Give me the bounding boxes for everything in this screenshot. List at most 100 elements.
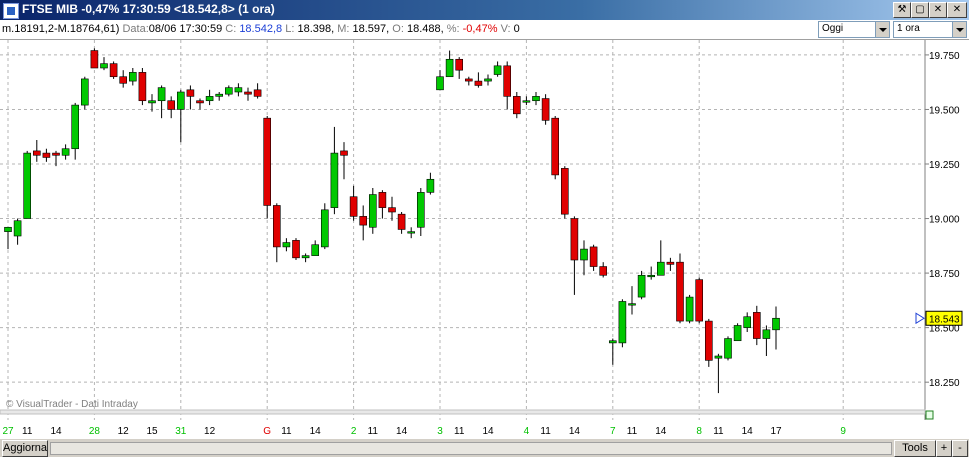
x-tick-label: 14 <box>655 426 667 437</box>
close-chart-button[interactable]: ✕ <box>929 2 947 18</box>
high-label: M: <box>337 23 350 35</box>
date-label: Data: <box>122 23 149 35</box>
x-tick-label: 11 <box>368 426 379 437</box>
high-value: 18.597, <box>352 23 390 35</box>
period-select-value: Oggi <box>822 23 844 34</box>
candlestick-chart[interactable]: 19.75019.50019.25019.00018.75018.50018.2… <box>0 40 969 438</box>
candle-body <box>436 76 444 91</box>
candle-body <box>272 205 281 248</box>
candle-body <box>244 91 252 95</box>
zoom-in-button[interactable]: + <box>936 440 952 457</box>
low-value: 18.398, <box>297 23 335 35</box>
x-tick-label: 8 <box>696 426 702 437</box>
y-tick-label: 18.750 <box>929 269 960 280</box>
window-title: FTSE MIB -0,47% 17:30:59 <18.542,8> (1 o… <box>22 2 275 16</box>
y-tick-label: 19.750 <box>929 51 960 62</box>
chevron-down-icon[interactable] <box>875 22 889 37</box>
candle-body <box>225 87 233 95</box>
x-tick-label: 15 <box>146 426 158 437</box>
candle-body <box>541 98 550 121</box>
ohlc-info-bar: m.18191,2-M.18764,61) Data:08/06 17:30:5… <box>0 20 969 40</box>
x-tick-label: G <box>263 426 271 437</box>
pct-value: -0,47% <box>462 23 498 35</box>
zoom-out-button[interactable]: - <box>952 440 968 457</box>
refresh-button[interactable]: Aggiorna <box>2 440 48 457</box>
x-tick-label: 14 <box>50 426 62 437</box>
y-tick-label: 19.000 <box>929 215 960 226</box>
candle-body <box>733 325 742 342</box>
candle-body <box>186 89 195 97</box>
candle-body <box>618 301 627 344</box>
candle-body <box>503 65 512 97</box>
candle-body <box>656 261 665 276</box>
watermark: © VisualTrader - Dati Intraday <box>6 399 138 410</box>
volume-strip <box>0 409 926 415</box>
candle-body <box>90 50 99 69</box>
bottom-toolbar: Aggiorna Tools + - <box>0 438 969 457</box>
candle-body <box>234 87 243 93</box>
candle-body <box>752 312 761 339</box>
candle-body <box>647 274 656 278</box>
window-title-bar[interactable]: FTSE MIB -0,47% 17:30:59 <18.542,8> (1 o… <box>0 0 969 20</box>
candle-body <box>637 274 646 298</box>
close-window-button[interactable]: ✕ <box>947 2 967 18</box>
candle-body <box>253 89 262 97</box>
candle-body <box>512 96 521 115</box>
candle-body <box>762 329 771 339</box>
x-tick-label: 14 <box>482 426 494 437</box>
candle-body <box>464 78 473 82</box>
candle-body <box>215 93 223 97</box>
candle-body <box>368 194 377 228</box>
candle-body <box>196 100 204 104</box>
candle-body <box>484 78 492 82</box>
candle-body <box>388 207 396 213</box>
tools-button[interactable]: Tools <box>894 440 936 457</box>
x-tick-label: 17 <box>770 426 782 437</box>
x-tick-label: 11 <box>627 426 638 437</box>
restore-window-button[interactable]: ▢ <box>911 2 929 18</box>
x-tick-label: 4 <box>524 426 530 437</box>
candle-body <box>42 152 51 158</box>
x-tick-label: 11 <box>281 426 292 437</box>
candle-body <box>205 96 214 102</box>
candle-body <box>704 320 713 361</box>
x-tick-label: 27 <box>2 426 14 437</box>
candle-body <box>157 87 166 102</box>
candle-body <box>685 296 694 322</box>
candle-body <box>599 266 608 276</box>
candle-body <box>320 209 329 248</box>
candle-body <box>560 168 569 215</box>
x-tick-label: 11 <box>540 426 551 437</box>
candle-body <box>13 220 22 237</box>
horizontal-scrollbar[interactable] <box>50 442 892 455</box>
volume-label: V: <box>500 23 511 35</box>
volume-value: 0 <box>513 23 520 35</box>
candle-body <box>628 303 636 306</box>
x-tick-label: 11 <box>22 426 33 437</box>
last-price-tag-text: 18.543 <box>929 314 960 325</box>
candle-body <box>589 246 598 267</box>
tools-icon-button[interactable]: ⚒ <box>893 2 911 18</box>
x-tick-label: 7 <box>610 426 616 437</box>
candle-body <box>32 150 41 156</box>
candle-body <box>493 65 502 75</box>
candle-body <box>397 213 406 230</box>
candle-body <box>52 152 60 156</box>
candle-body <box>676 261 684 322</box>
candle-body <box>426 178 435 193</box>
chevron-down-icon[interactable] <box>952 22 966 37</box>
candle-body <box>81 78 89 106</box>
candle-body <box>666 261 675 265</box>
candle-body <box>138 72 147 102</box>
x-tick-label: 11 <box>713 426 724 437</box>
interval-select[interactable]: 1 ora <box>893 21 967 38</box>
low-label: L: <box>285 23 295 35</box>
period-select[interactable]: Oggi <box>818 21 890 38</box>
candle-body <box>743 316 752 328</box>
x-tick-label: 28 <box>89 426 101 437</box>
candle-body <box>532 96 540 102</box>
close-value: 18.542,8 <box>239 23 283 35</box>
close-label: C: <box>225 23 237 35</box>
x-tick-label: 9 <box>840 426 846 437</box>
candle-body <box>100 63 108 69</box>
